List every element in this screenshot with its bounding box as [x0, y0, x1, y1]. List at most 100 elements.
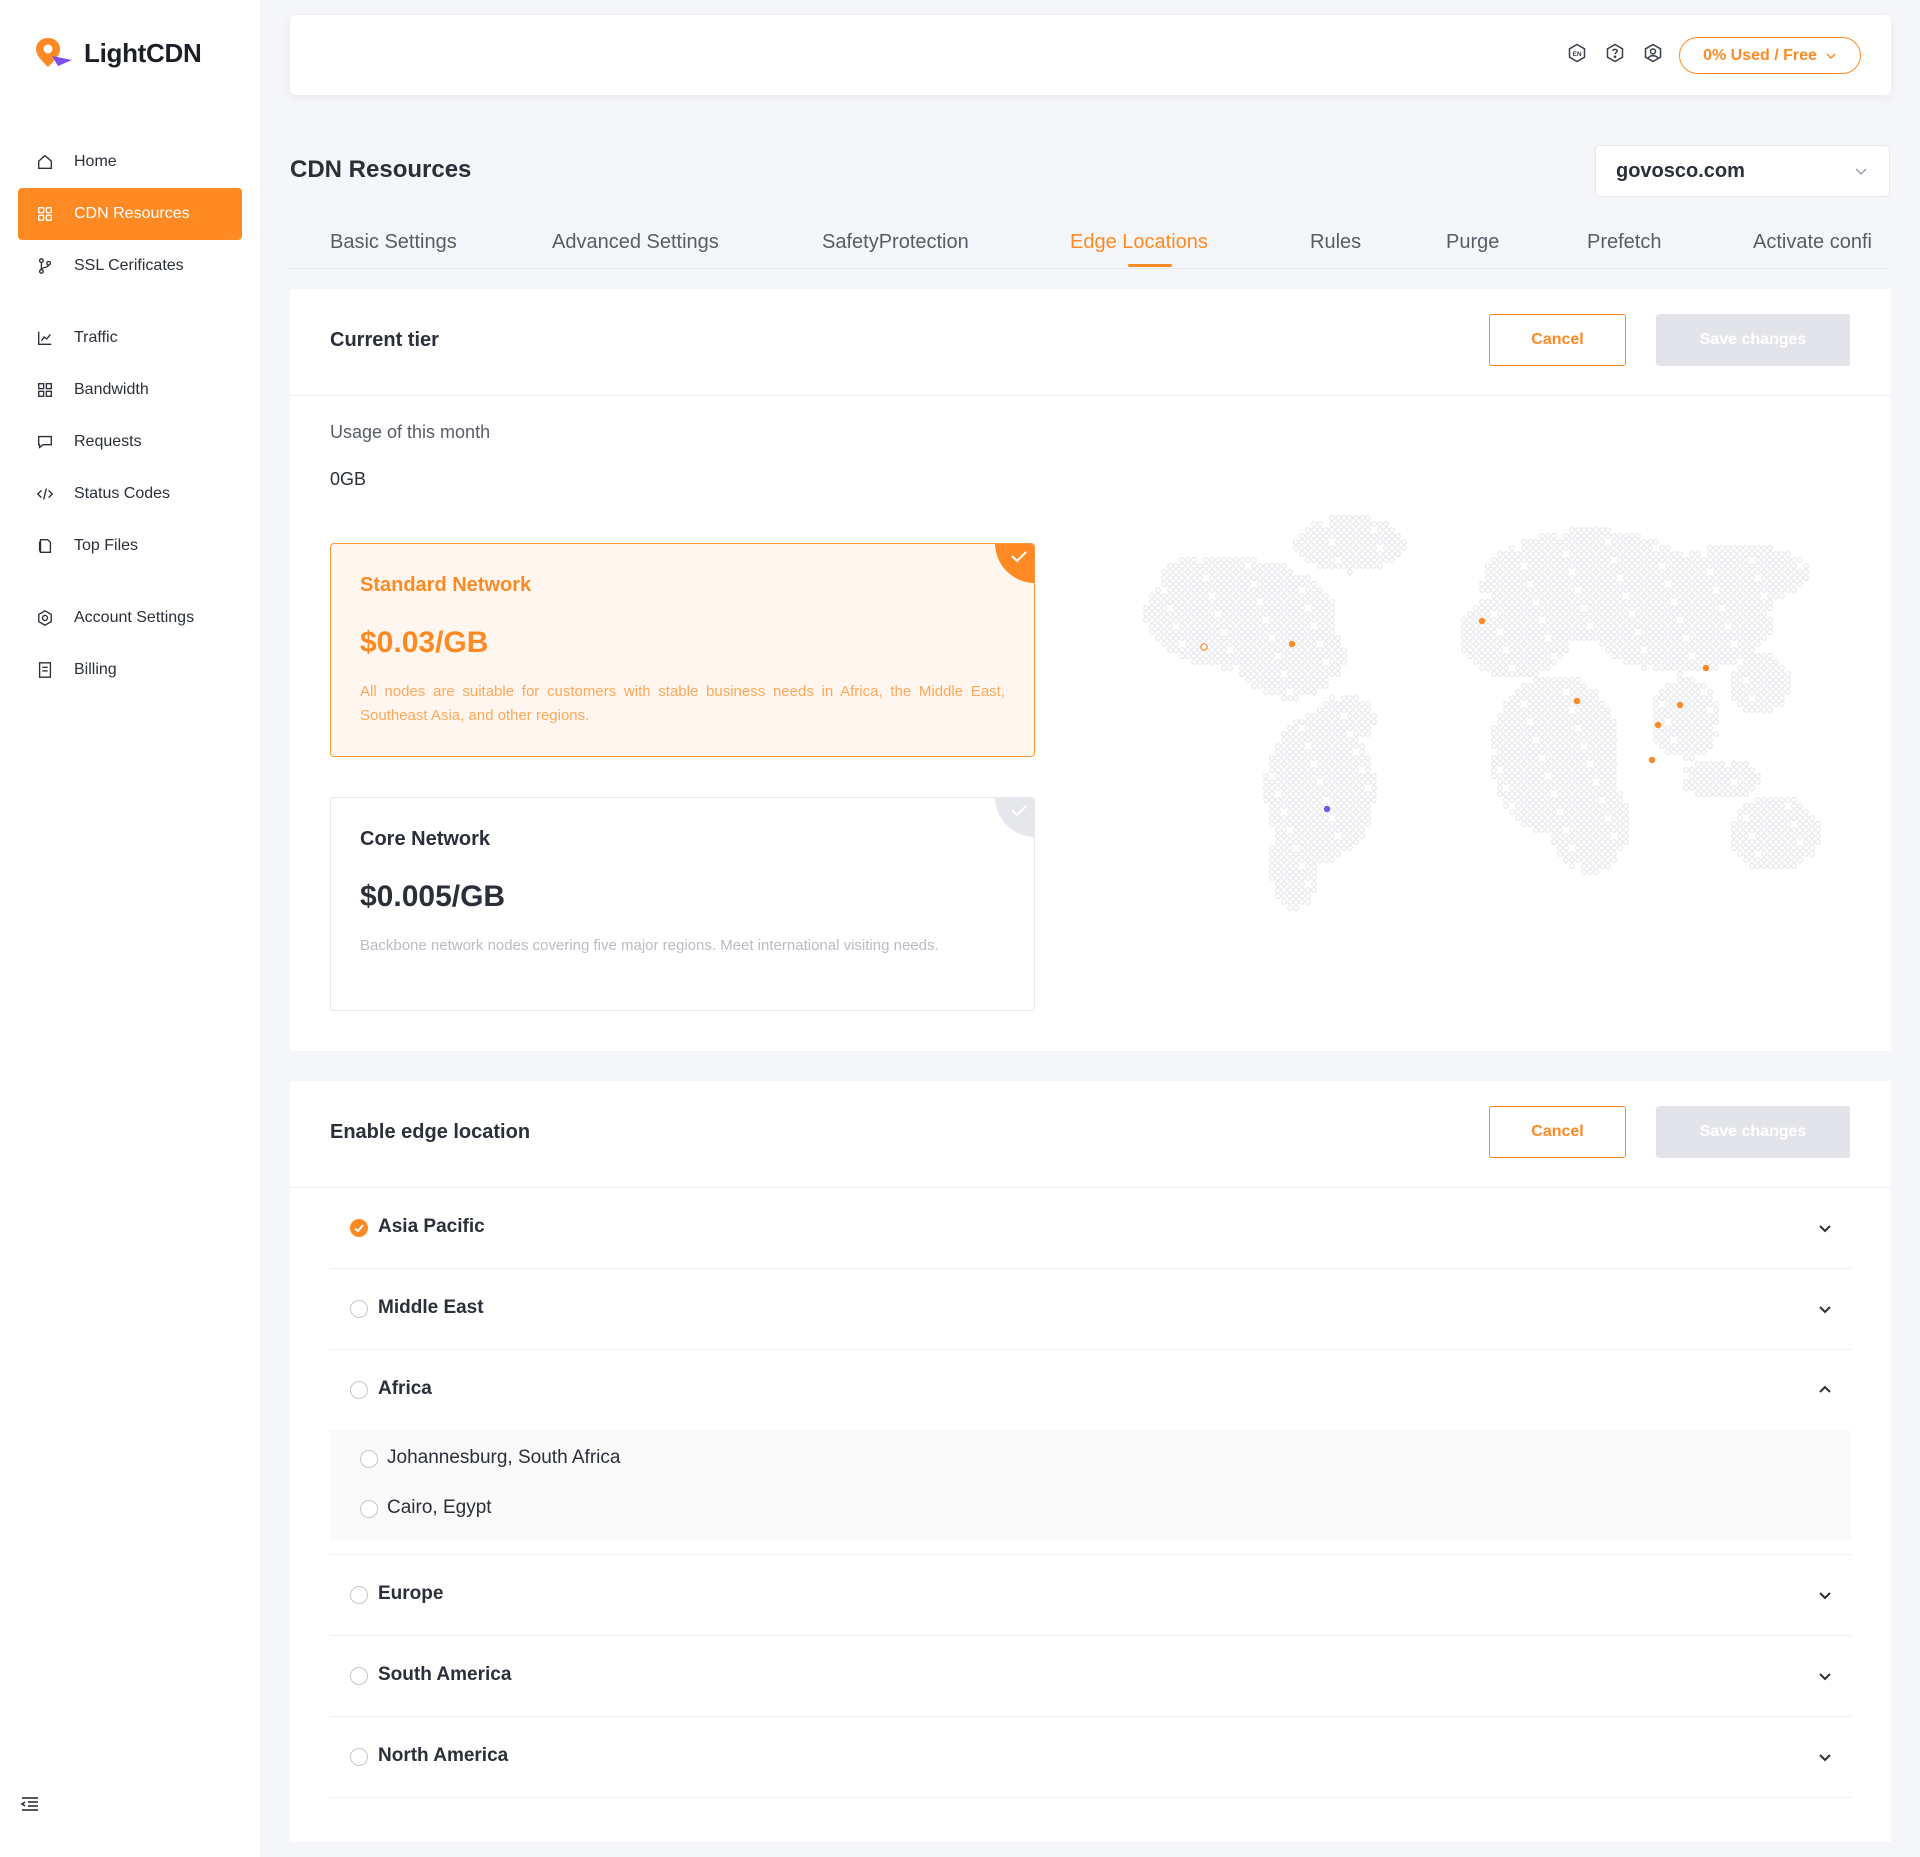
sidebar-item-label: Bandwidth: [74, 381, 149, 398]
chat-icon: [36, 433, 54, 451]
settings-tabs: Basic Settings Advanced Settings SafetyPro…: [290, 225, 1890, 269]
domain-select[interactable]: govosco.com: [1595, 145, 1890, 197]
location-checkbox[interactable]: [360, 1450, 378, 1468]
language-icon[interactable]: EN: [1567, 43, 1587, 63]
chevron-down-icon[interactable]: [1815, 1747, 1835, 1767]
tier-name: Standard Network: [360, 574, 532, 596]
sidebar-item-ssl-cerificates[interactable]: SSL Cerificates: [18, 240, 242, 292]
region-name: Middle East: [378, 1297, 484, 1318]
tab-basic-settings[interactable]: Basic Settings: [330, 231, 457, 254]
region-north-america: North America: [330, 1717, 1851, 1798]
region-row[interactable]: Asia Pacific: [330, 1188, 1851, 1268]
sidebar-item-bandwidth[interactable]: Bandwidth: [18, 364, 242, 416]
logo-icon: [36, 38, 72, 67]
location-row[interactable]: Cairo, Egypt: [330, 1484, 1851, 1534]
tab-activate-confi[interactable]: Activate confi: [1753, 231, 1872, 254]
current-tier-header: Current tier Cancel Save changes: [290, 289, 1891, 396]
region-checkbox[interactable]: [350, 1748, 368, 1766]
region-checkbox[interactable]: [350, 1300, 368, 1318]
tier-description: All nodes are suitable for customers wit…: [360, 683, 1005, 724]
location-checkbox[interactable]: [360, 1500, 378, 1518]
region-row[interactable]: Middle East: [330, 1269, 1851, 1349]
edge-locations-world-map: [1143, 515, 1821, 911]
region-row[interactable]: North America: [330, 1717, 1851, 1797]
user-icon[interactable]: [1643, 43, 1663, 63]
sidebar-item-cdn-resources[interactable]: CDN Resources: [18, 188, 242, 240]
sidebar-item-billing[interactable]: Billing: [18, 644, 242, 696]
edge-cancel-button[interactable]: Cancel: [1489, 1106, 1626, 1158]
tier-price: $0.005/GB: [360, 880, 506, 913]
page-title: CDN Resources: [290, 156, 472, 183]
file-icon: [36, 537, 54, 555]
chevron-down-icon[interactable]: [1815, 1585, 1835, 1605]
region-name: Europe: [378, 1583, 444, 1604]
region-name: South America: [378, 1664, 512, 1685]
sidebar-item-requests[interactable]: Requests: [18, 416, 242, 468]
domain-select-value: govosco.com: [1616, 159, 1745, 182]
unselected-check-icon: [995, 798, 1034, 837]
collapse-sidebar-icon[interactable]: [20, 1794, 40, 1814]
tab-purge[interactable]: Purge: [1446, 231, 1499, 254]
region-row[interactable]: Africa: [330, 1350, 1851, 1430]
usage-value: 0GB: [330, 469, 367, 489]
sidebar-item-traffic[interactable]: Traffic: [18, 312, 242, 364]
tab-prefetch[interactable]: Prefetch: [1587, 231, 1661, 254]
region-row[interactable]: Europe: [330, 1555, 1851, 1635]
tab-advanced-settings[interactable]: Advanced Settings: [552, 231, 719, 254]
sidebar-item-account-settings[interactable]: Account Settings: [18, 592, 242, 644]
home-icon: [36, 153, 54, 171]
chevron-down-icon: [1826, 52, 1836, 59]
edge-location-marker: [1200, 643, 1208, 651]
sidebar: LightCDN Home CDN Resources SSL Cerificate…: [0, 0, 260, 1857]
edge-save-button[interactable]: Save changes: [1656, 1106, 1850, 1158]
code-icon: [36, 485, 54, 503]
sidebar-item-label: Home: [74, 153, 117, 170]
selected-check-icon: [995, 544, 1034, 583]
region-row[interactable]: South America: [330, 1636, 1851, 1716]
apps-icon: [36, 381, 54, 399]
chevron-down-icon[interactable]: [1815, 1666, 1835, 1686]
line-chart-icon: [36, 329, 54, 347]
edge-location-marker: [1648, 756, 1656, 764]
region-south-america: South America: [330, 1636, 1851, 1717]
edge-location-panel: Enable edge location Cancel Save changes…: [290, 1081, 1891, 1842]
gear-icon: [36, 609, 54, 627]
chevron-up-icon[interactable]: [1815, 1380, 1835, 1400]
active-tab-indicator: [1128, 264, 1172, 267]
location-row[interactable]: Johannesburg, South Africa: [330, 1434, 1851, 1484]
tier-save-button[interactable]: Save changes: [1656, 314, 1850, 366]
tier-cancel-button[interactable]: Cancel: [1489, 314, 1626, 366]
tab-rules[interactable]: Rules: [1310, 231, 1361, 254]
tab-safetyprotection[interactable]: SafetyProtection: [822, 231, 969, 254]
edge-location-marker: [1702, 664, 1710, 672]
usage-plan-label: 0% Used / Free: [1703, 46, 1817, 64]
tier-name: Core Network: [360, 828, 491, 850]
sidebar-item-label: Account Settings: [74, 609, 195, 626]
logo[interactable]: LightCDN: [34, 36, 202, 70]
sidebar-item-status-codes[interactable]: Status Codes: [18, 468, 242, 520]
chevron-down-icon[interactable]: [1815, 1299, 1835, 1319]
tab-edge-locations[interactable]: Edge Locations: [1070, 231, 1208, 254]
receipt-icon: [36, 661, 54, 679]
help-icon[interactable]: [1605, 43, 1625, 63]
sidebar-item-home[interactable]: Home: [18, 136, 242, 188]
top-bar: EN 0% Used / Free: [290, 15, 1891, 95]
region-asia-pacific: Asia Pacific: [330, 1188, 1851, 1269]
region-name: Asia Pacific: [378, 1216, 485, 1237]
region-checkbox[interactable]: [350, 1381, 368, 1399]
usage-plan-dropdown[interactable]: 0% Used / Free: [1679, 37, 1861, 74]
sidebar-item-top-files[interactable]: Top Files: [18, 520, 242, 572]
svg-text:EN: EN: [1572, 51, 1581, 58]
tier-card-standard[interactable]: Standard Network $0.03/GB All nodes are …: [330, 543, 1035, 757]
region-checkbox[interactable]: [350, 1586, 368, 1604]
edge-location-marker: [1323, 805, 1331, 813]
region-checkbox[interactable]: [350, 1667, 368, 1685]
edge-location-marker: [1573, 697, 1581, 705]
sidebar-item-label: Status Codes: [74, 485, 171, 502]
sidebar-item-label: Top Files: [74, 537, 139, 554]
region-list: Asia Pacific Middle East Africa Johannesbur…: [330, 1188, 1851, 1798]
sidebar-item-label: CDN Resources: [74, 205, 190, 222]
region-checkbox-checked[interactable]: [350, 1219, 368, 1237]
tier-card-core[interactable]: Core Network $0.005/GB Backbone network …: [330, 797, 1035, 1011]
chevron-down-icon[interactable]: [1815, 1218, 1835, 1238]
